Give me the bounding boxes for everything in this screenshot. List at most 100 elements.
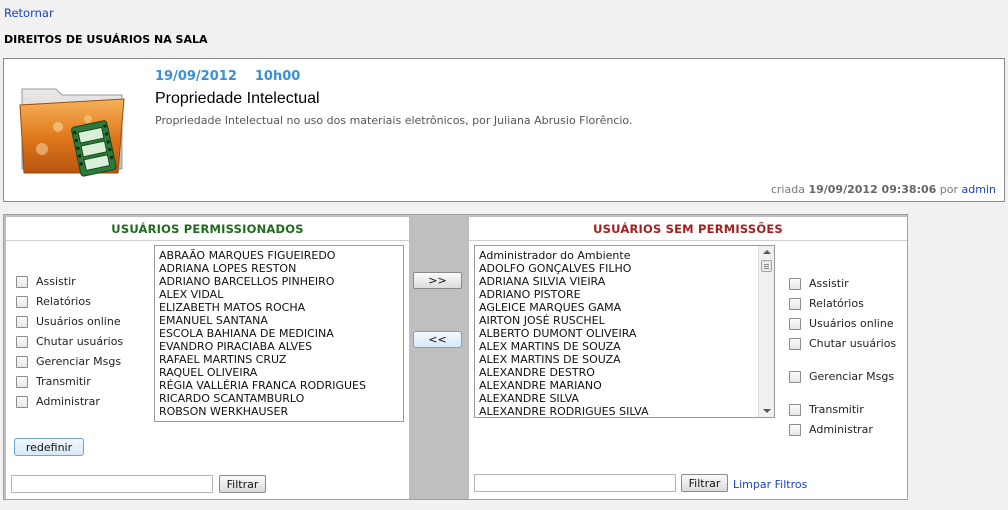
user-list-item[interactable]: EVANDRO PIRACIABA ALVES [159, 340, 399, 353]
user-list-item[interactable]: ADRIANA SILVIA VIEIRA [479, 275, 770, 288]
permission-label: Usuários online [36, 315, 121, 328]
created-prefix: criada [770, 183, 805, 196]
permission-option[interactable]: Assistir [16, 275, 76, 288]
permission-option[interactable]: Relatórios [789, 297, 864, 310]
user-list-item[interactable]: AGLEICE MARQUES GAMA [479, 301, 770, 314]
user-list-item[interactable]: ROBSON WERKHAUSER [159, 405, 399, 418]
permission-label: Relatórios [809, 297, 864, 310]
user-list-item[interactable]: AIRTON JOSÉ RUSCHEL [479, 314, 770, 327]
permission-label: Transmitir [809, 403, 864, 416]
permission-option[interactable]: Administrar [789, 423, 873, 436]
permission-checkbox[interactable] [789, 338, 801, 350]
user-list-item[interactable]: ELIZABETH MATOS ROCHA [159, 301, 399, 314]
unpermitted-filter-input[interactable] [474, 474, 676, 492]
permitted-filter-button[interactable]: Filtrar [219, 475, 266, 493]
permission-checkbox[interactable] [789, 318, 801, 330]
user-list-item[interactable]: ALEX VIDAL [159, 288, 399, 301]
permitted-users-header: USUÁRIOS PERMISSIONADOS [6, 217, 409, 241]
user-list-item[interactable]: RAFAEL MARTINS CRUZ [159, 353, 399, 366]
room-created-info: criada 19/09/2012 09:38:06 por admin [771, 183, 996, 196]
user-list-item[interactable]: ALEXANDRE RODRIGUES SILVA [479, 405, 770, 417]
unpermitted-users-column: USUÁRIOS SEM PERMISSÕES Administrador do… [469, 217, 907, 499]
permission-label: Gerenciar Msgs [36, 355, 122, 368]
room-card: 19/09/2012 10h00 Propriedade Intelectual … [3, 58, 1005, 202]
user-list-item[interactable]: RÉGIA VALLÉRIA FRANCA RODRIGUES [159, 379, 399, 392]
user-list-item[interactable]: ADRIANO PISTORE [479, 288, 770, 301]
permission-option[interactable]: Usuários online [16, 315, 121, 328]
permission-option[interactable]: Gerenciar Msgs [16, 355, 121, 368]
user-list-item[interactable]: ALEX MARTINS DE SOUZA [479, 353, 770, 366]
permission-checkbox[interactable] [789, 371, 801, 383]
permission-checkbox[interactable] [16, 396, 28, 408]
permission-option[interactable]: Chutar usuários [789, 337, 896, 350]
permission-checkbox[interactable] [789, 424, 801, 436]
permission-label: Usuários online [809, 317, 894, 330]
permission-label: Administrar [36, 395, 100, 408]
permitted-filter-input[interactable] [11, 475, 213, 493]
user-list-item[interactable]: EMANUEL SANTANA [159, 314, 399, 327]
user-list-item[interactable]: Administrador do Ambiente [479, 249, 770, 262]
permission-checkbox[interactable] [16, 336, 28, 348]
permission-label: Assistir [36, 275, 76, 288]
clear-filters-link[interactable]: Limpar Filtros [733, 478, 807, 491]
permission-label: Assistir [809, 277, 849, 290]
permissions-panel: USUÁRIOS PERMISSIONADOS Assistir Relatóri… [3, 214, 908, 500]
room-time: 10h00 [254, 69, 301, 84]
reset-button[interactable]: redefinir [14, 438, 84, 456]
permission-checkbox[interactable] [16, 316, 28, 328]
unpermitted-filter-button[interactable]: Filtrar [681, 474, 728, 492]
permission-label: Chutar usuários [809, 337, 897, 350]
room-datetime: 19/09/2012 10h00 [155, 69, 300, 84]
permission-checkbox[interactable] [16, 376, 28, 388]
permission-checkbox[interactable] [16, 356, 28, 368]
user-list-item[interactable]: ALEXANDRE SILVA [479, 392, 770, 405]
folder-video-icon [19, 88, 125, 177]
scroll-down-icon[interactable] [763, 409, 771, 413]
user-list-item[interactable]: ADRIANO BARCELLOS PINHEIRO [159, 275, 399, 288]
permission-option[interactable]: Administrar [16, 395, 100, 408]
permission-option[interactable]: Relatórios [16, 295, 91, 308]
remove-permission-button[interactable]: << [413, 331, 462, 348]
add-permission-button[interactable]: >> [413, 272, 462, 289]
permission-option[interactable]: Transmitir [789, 403, 864, 416]
permission-label: Transmitir [36, 375, 91, 388]
created-date: 19/09/2012 09:38:06 [808, 183, 937, 196]
user-list-item[interactable]: ADOLFO GONÇALVES FILHO [479, 262, 770, 275]
user-list-item[interactable]: RICARDO SCANTAMBURLO [159, 392, 399, 405]
created-by-link[interactable]: admin [962, 183, 996, 196]
scroll-up-icon[interactable] [763, 250, 771, 254]
user-list-item[interactable]: ADRIANA LOPES RESTON [159, 262, 399, 275]
permission-checkbox[interactable] [789, 404, 801, 416]
unpermitted-users-header: USUÁRIOS SEM PERMISSÕES [469, 217, 907, 241]
permission-option[interactable]: Transmitir [16, 375, 91, 388]
permission-checkbox[interactable] [16, 296, 28, 308]
room-name: Propriedade Intelectual [155, 90, 320, 107]
permission-option[interactable]: Assistir [789, 277, 849, 290]
created-by-prefix: por [939, 183, 959, 196]
permission-option[interactable]: Chutar usuários [16, 335, 123, 348]
permission-label: Chutar usuários [36, 335, 124, 348]
permission-label: Relatórios [36, 295, 91, 308]
user-list-item[interactable]: RAQUEL OLIVEIRA [159, 366, 399, 379]
permission-checkbox[interactable] [789, 298, 801, 310]
permitted-users-list[interactable]: ABRAÃO MARQUES FIGUEIREDO ADRIANA LOPES R… [154, 245, 404, 422]
user-list-item[interactable]: ALBERTO DUMONT OLIVEIRA [479, 327, 770, 340]
user-list-item[interactable]: ESCOLA BAHIANA DE MEDICINA [159, 327, 399, 340]
unpermitted-users-list[interactable]: Administrador do Ambiente ADOLFO GONÇALVE… [474, 245, 775, 418]
user-list-item[interactable]: ALEXANDRE DESTRO [479, 366, 770, 379]
user-list-item[interactable]: ABRAÃO MARQUES FIGUEIREDO [159, 249, 399, 262]
back-link[interactable]: Retornar [4, 6, 54, 20]
page-title: DIREITOS DE USUÁRIOS NA SALA [4, 33, 208, 46]
room-date: 19/09/2012 [155, 69, 237, 84]
permission-option[interactable]: Usuários online [789, 317, 894, 330]
permission-checkbox[interactable] [789, 278, 801, 290]
permission-option[interactable]: Gerenciar Msgs [789, 370, 894, 383]
user-list-item[interactable]: ALEX MARTINS DE SOUZA [479, 340, 770, 353]
permission-checkbox[interactable] [16, 276, 28, 288]
room-description: Propriedade Intelectual no uso dos mater… [155, 114, 633, 127]
user-list-item[interactable]: ALEXANDRE MARIANO [479, 379, 770, 392]
permission-label: Gerenciar Msgs [809, 370, 895, 383]
scroll-thumb[interactable] [761, 260, 772, 272]
permission-label: Administrar [809, 423, 873, 436]
users-list-scrollbar[interactable] [758, 246, 774, 417]
